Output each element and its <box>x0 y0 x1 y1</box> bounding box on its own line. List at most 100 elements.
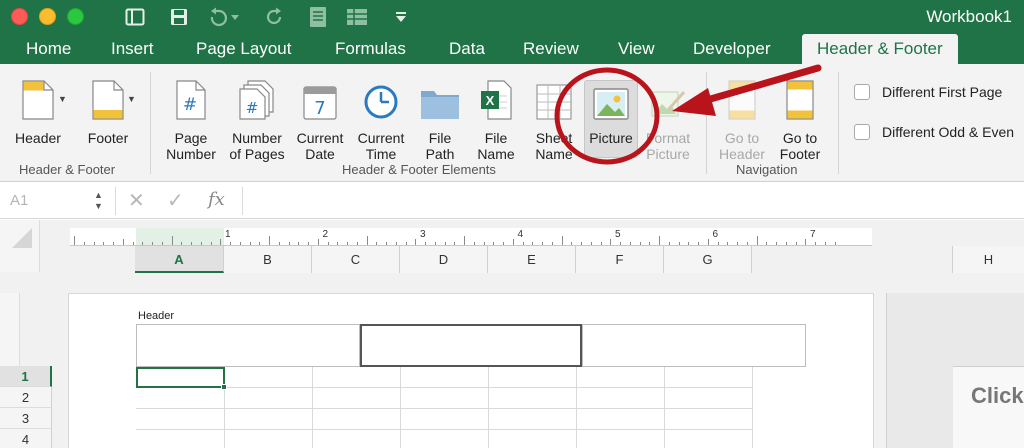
redo-icon[interactable] <box>264 5 286 29</box>
name-box-stepper-icon[interactable]: ▲ ▼ <box>94 190 103 212</box>
ruler-tick <box>766 242 768 245</box>
grid-cell[interactable] <box>401 367 489 388</box>
current-date-button[interactable]: 7 Current Date <box>292 78 348 162</box>
row-header-3[interactable]: 3 <box>0 408 52 429</box>
ruler-tick <box>512 239 514 245</box>
name-box[interactable]: A1 <box>10 192 28 209</box>
grid-cell[interactable] <box>577 367 665 388</box>
header-dropdown-arrow[interactable]: ▼ <box>58 94 67 104</box>
tab-review[interactable]: Review <box>523 39 579 59</box>
insert-function-icon[interactable]: fx <box>208 189 225 210</box>
undo-icon[interactable] <box>205 5 241 29</box>
grid-cell[interactable] <box>313 409 401 430</box>
tab-home[interactable]: Home <box>26 39 71 59</box>
active-cell-a1[interactable] <box>136 367 225 388</box>
tab-header-footer[interactable]: Header & Footer <box>802 34 958 65</box>
cancel-icon[interactable]: ✕ <box>128 188 145 213</box>
grid-cell[interactable] <box>577 388 665 409</box>
grid-cell[interactable] <box>225 409 313 430</box>
column-header-g[interactable]: G <box>664 246 752 273</box>
grid-cell[interactable] <box>401 430 489 448</box>
page-layout-page: Header <box>68 293 874 448</box>
header-center-section[interactable] <box>360 324 582 367</box>
column-header-e[interactable]: E <box>488 246 576 273</box>
tab-developer[interactable]: Developer <box>693 39 771 59</box>
grid-cell[interactable] <box>489 367 577 388</box>
fill-handle[interactable] <box>221 384 227 390</box>
customize-toolbar-icon[interactable] <box>392 5 410 29</box>
tab-page-layout[interactable]: Page Layout <box>196 39 291 59</box>
different-first-page-checkbox[interactable] <box>854 84 870 100</box>
go-to-footer-button[interactable]: Go to Footer <box>772 78 828 162</box>
grid-cell[interactable] <box>489 388 577 409</box>
header-right-section[interactable] <box>582 324 806 367</box>
picture-button[interactable]: Picture <box>584 78 638 146</box>
grid-cell[interactable] <box>225 388 313 409</box>
grid-cell[interactable] <box>313 430 401 448</box>
grid-cell[interactable] <box>665 388 753 409</box>
header-left-section[interactable] <box>136 324 360 367</box>
header-label: Header <box>138 310 175 322</box>
file-name-button[interactable]: X File Name <box>470 78 522 162</box>
column-header-c[interactable]: C <box>312 246 400 273</box>
grid-cell[interactable] <box>665 367 753 388</box>
grid-cell[interactable] <box>665 430 753 448</box>
tab-view[interactable]: View <box>618 39 655 59</box>
form-icon[interactable] <box>306 5 330 29</box>
ruler-tick <box>103 242 105 245</box>
column-header-d[interactable]: D <box>400 246 488 273</box>
footer-button[interactable]: Footer <box>80 78 136 146</box>
grid-cell[interactable] <box>665 409 753 430</box>
number-of-pages-button[interactable]: # Number of Pages <box>226 78 288 162</box>
grid-cell[interactable] <box>136 388 225 409</box>
grid-cell[interactable] <box>577 409 665 430</box>
close-window-button[interactable] <box>11 8 28 25</box>
go-to-header-button[interactable]: Go to Header <box>714 78 770 162</box>
save-icon[interactable] <box>166 5 192 29</box>
format-picture-button[interactable]: Format Picture <box>640 78 696 162</box>
group-label-header-footer: Header & Footer <box>19 162 116 177</box>
tab-data[interactable]: Data <box>449 39 485 59</box>
minimize-window-button[interactable] <box>39 8 56 25</box>
row-header-4[interactable]: 4 <box>0 429 52 448</box>
grid-cell[interactable] <box>225 430 313 448</box>
row-header-1[interactable]: 1 <box>0 366 52 387</box>
enter-check-icon[interactable]: ✓ <box>167 188 184 213</box>
column-header-f[interactable]: F <box>576 246 664 273</box>
grid-cell[interactable] <box>225 367 313 388</box>
ruler-tick <box>200 242 202 245</box>
tab-insert[interactable]: Insert <box>111 39 154 59</box>
current-time-button[interactable]: Current Time <box>352 78 410 162</box>
page-number-button[interactable]: # Page Number <box>160 78 222 162</box>
select-all-corner[interactable] <box>0 220 40 272</box>
sidebar-toggle-icon[interactable] <box>122 5 148 29</box>
folder-icon <box>414 78 466 120</box>
different-odd-even-option[interactable]: Different Odd & Even <box>854 124 1014 140</box>
grid-cell[interactable] <box>489 409 577 430</box>
different-odd-even-checkbox[interactable] <box>854 124 870 140</box>
grid-cell[interactable] <box>401 388 489 409</box>
column-header-a[interactable]: A <box>135 246 224 273</box>
click-to-add-text[interactable]: Click <box>971 383 1024 409</box>
tab-formulas[interactable]: Formulas <box>335 39 406 59</box>
column-header-b[interactable]: B <box>224 246 312 273</box>
grid-cell[interactable] <box>577 430 665 448</box>
column-header-h[interactable]: H <box>952 246 1024 273</box>
file-path-button[interactable]: File Path <box>414 78 466 162</box>
zoom-window-button[interactable] <box>67 8 84 25</box>
grid-cell[interactable] <box>136 409 225 430</box>
row-header-2[interactable]: 2 <box>0 387 52 408</box>
ruler-tick <box>113 242 114 245</box>
grid-cell[interactable] <box>489 430 577 448</box>
different-first-page-option[interactable]: Different First Page <box>854 84 1002 100</box>
group-label-elements: Header & Footer Elements <box>342 162 496 177</box>
grid-cell[interactable] <box>136 430 225 448</box>
grid-cell[interactable] <box>313 367 401 388</box>
header-button[interactable]: Header <box>10 78 66 146</box>
sheet-name-button[interactable]: Sheet Name <box>528 78 580 162</box>
ruler-tick <box>181 242 183 245</box>
grid-cell[interactable] <box>401 409 489 430</box>
grid-cell[interactable] <box>313 388 401 409</box>
grid-icon[interactable] <box>344 5 370 29</box>
footer-dropdown-arrow[interactable]: ▼ <box>127 94 136 104</box>
